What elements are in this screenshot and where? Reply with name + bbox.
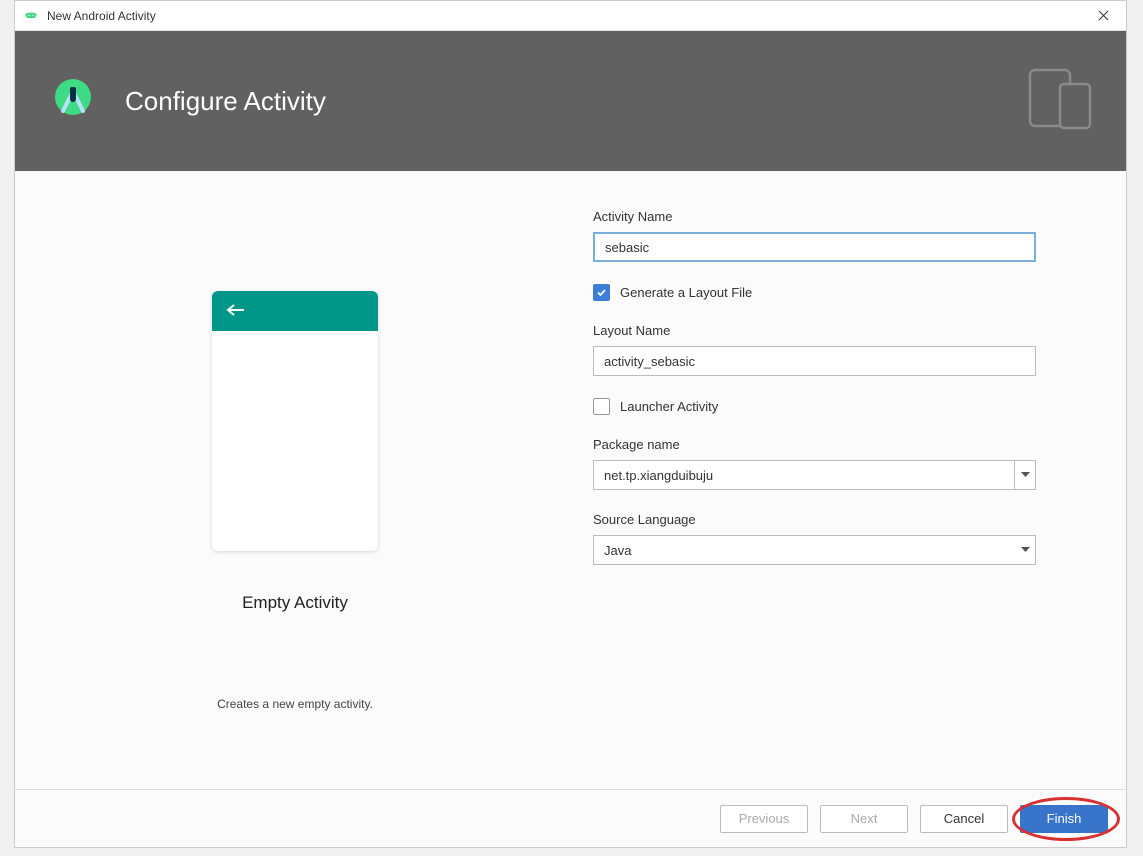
launcher-activity-label: Launcher Activity [620,399,718,414]
generate-layout-row[interactable]: Generate a Layout File [593,284,1036,301]
layout-name-input[interactable] [593,346,1036,376]
generate-layout-label: Generate a Layout File [620,285,752,300]
activity-name-input[interactable] [593,232,1036,262]
preview-title: Empty Activity [242,593,348,613]
layout-name-label: Layout Name [593,323,1036,338]
source-language-value[interactable]: Java [593,535,1036,565]
page-title: Configure Activity [125,86,1026,117]
back-arrow-icon [226,301,246,322]
layout-name-group: Layout Name [593,323,1036,376]
chevron-down-icon[interactable] [1014,535,1036,565]
cancel-button[interactable]: Cancel [920,805,1008,833]
package-name-group: Package name net.tp.xiangduibuju [593,437,1036,490]
preview-panel: Empty Activity Creates a new empty activ… [15,201,575,759]
android-icon [23,8,39,24]
dialog-header: Configure Activity [15,31,1126,171]
package-name-input[interactable]: net.tp.xiangduibuju [593,460,1036,490]
source-language-label: Source Language [593,512,1036,527]
window-title: New Android Activity [47,9,1088,23]
source-language-group: Source Language Java [593,512,1036,565]
previous-button[interactable]: Previous [720,805,808,833]
preview-description: Creates a new empty activity. [217,697,373,711]
android-studio-icon [45,73,101,129]
dialog-window: New Android Activity Configure Activity [14,0,1127,848]
form-panel: Activity Name Generate a Layout File Lay… [575,201,1126,759]
titlebar: New Android Activity [15,1,1126,31]
activity-name-label: Activity Name [593,209,1036,224]
next-button[interactable]: Next [820,805,908,833]
activity-preview [212,291,378,551]
package-name-combo[interactable]: net.tp.xiangduibuju [593,460,1036,490]
devices-icon [1026,68,1096,135]
preview-appbar [212,291,378,331]
generate-layout-checkbox[interactable] [593,284,610,301]
activity-name-group: Activity Name [593,209,1036,262]
launcher-activity-row[interactable]: Launcher Activity [593,398,1036,415]
close-icon[interactable] [1088,1,1118,31]
launcher-activity-checkbox[interactable] [593,398,610,415]
finish-button[interactable]: Finish [1020,805,1108,833]
package-name-label: Package name [593,437,1036,452]
dialog-footer: Previous Next Cancel Finish [15,789,1126,847]
source-language-select[interactable]: Java [593,535,1036,565]
dialog-content: Empty Activity Creates a new empty activ… [15,171,1126,789]
chevron-down-icon[interactable] [1014,460,1036,490]
